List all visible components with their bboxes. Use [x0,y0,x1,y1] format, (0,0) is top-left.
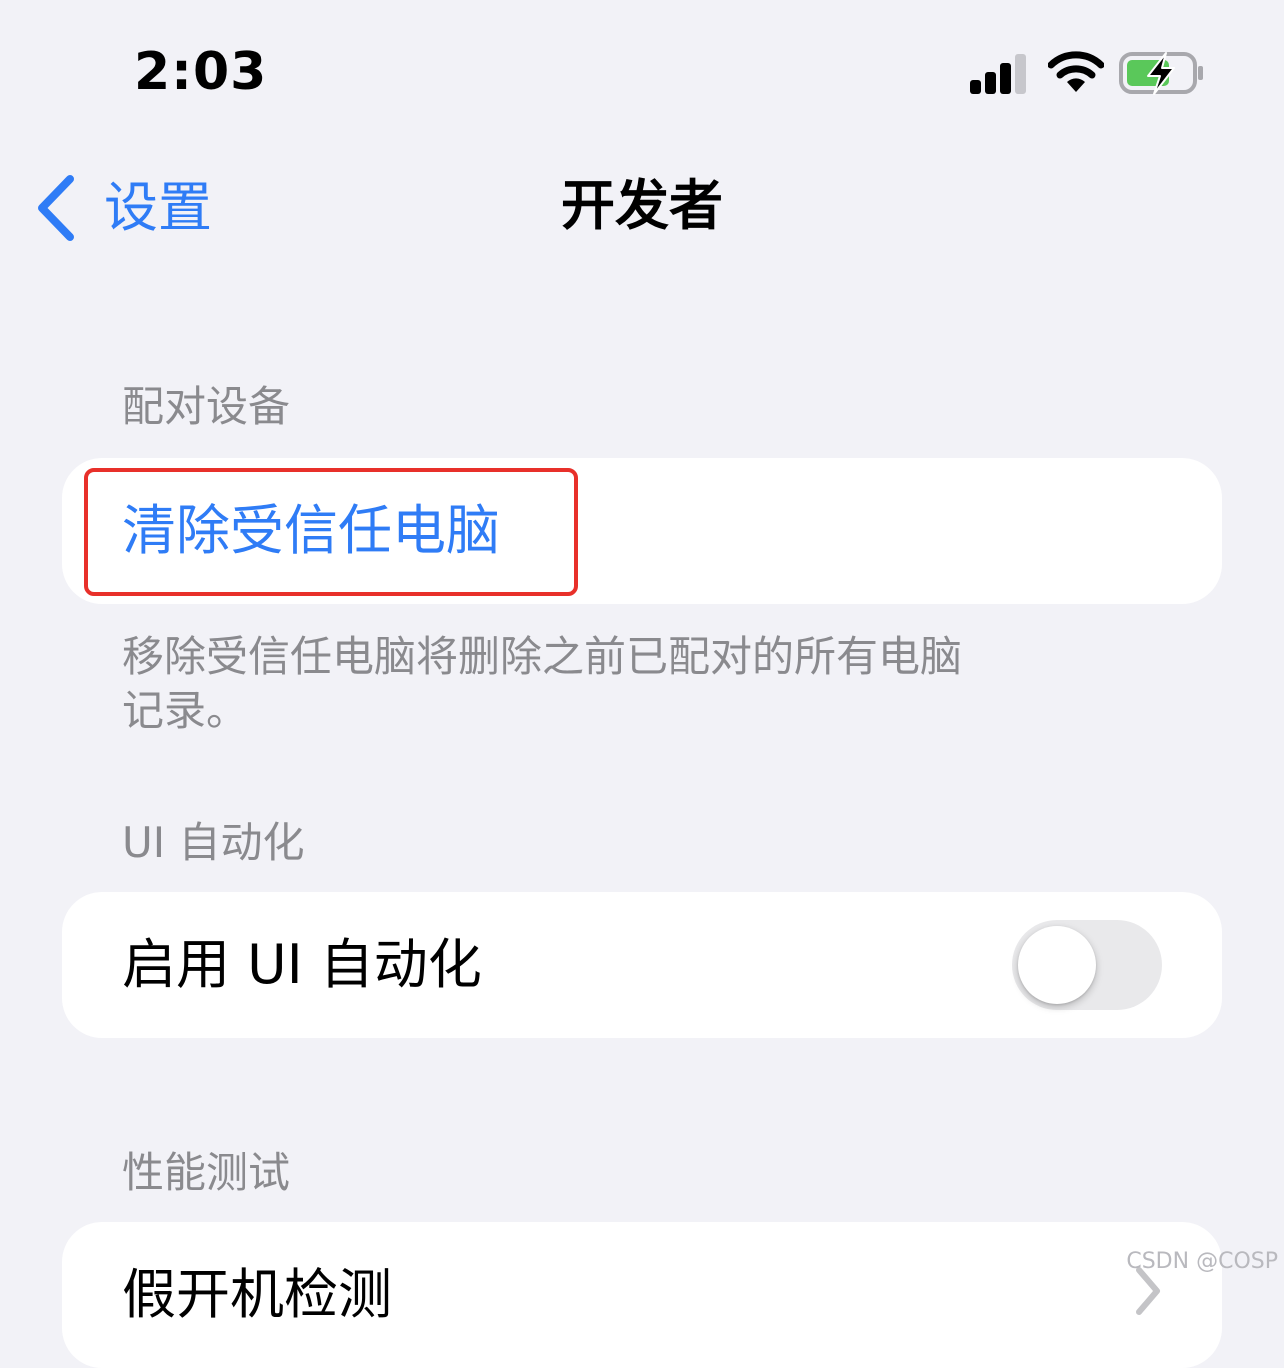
group-pairing: 清除受信任电脑 [62,458,1222,604]
fake-boot-detection-row[interactable]: 假开机检测 [62,1222,1222,1368]
section-header-pairing: 配对设备 [122,382,291,431]
watermark: CSDN @COSP [1126,1249,1278,1274]
section-header-ui-automation: UI 自动化 [122,818,305,867]
back-button[interactable]: 设置 [36,168,212,248]
navigation-bar: 开发者 设置 [0,150,1284,260]
section-header-performance: 性能测试 [122,1148,291,1197]
enable-ui-automation-label: 启用 UI 自动化 [122,933,482,996]
status-icons [968,50,1208,100]
status-bar: 2:03 [0,0,1284,140]
wifi-icon [1048,51,1104,92]
cellular-signal-icon [970,54,1026,94]
chevron-left-icon [38,175,74,241]
enable-ui-automation-row: 启用 UI 自动化 [62,892,1222,1038]
group-performance: 假开机检测 [62,1222,1222,1368]
fake-boot-detection-label: 假开机检测 [122,1263,392,1326]
toggle-knob [1018,926,1096,1004]
group-ui-automation: 启用 UI 自动化 [62,892,1222,1038]
clear-trusted-computers-row[interactable]: 清除受信任电脑 [62,458,1222,604]
enable-ui-automation-toggle[interactable] [1012,920,1162,1010]
clear-trusted-computers-button[interactable]: 清除受信任电脑 [122,501,500,561]
back-label: 设置 [104,176,212,239]
status-time: 2:03 [134,42,268,102]
section-footer-pairing: 移除受信任电脑将删除之前已配对的所有电脑记录。 [122,632,963,735]
battery-charging-icon [1119,52,1203,95]
